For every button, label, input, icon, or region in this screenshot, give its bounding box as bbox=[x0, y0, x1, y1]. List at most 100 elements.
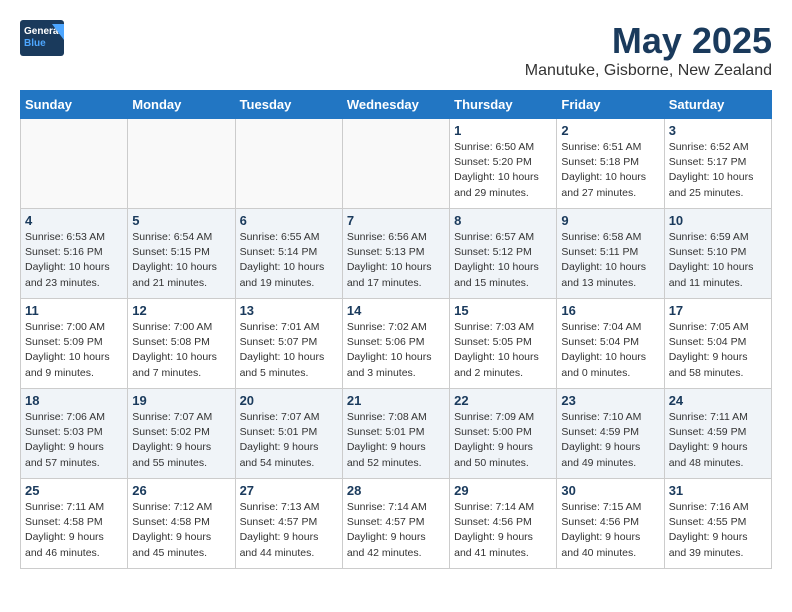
calendar-cell: 3 Sunrise: 6:52 AM Sunset: 5:17 PM Daylig… bbox=[664, 119, 771, 209]
day-info: Sunrise: 7:03 AM Sunset: 5:05 PM Dayligh… bbox=[454, 320, 552, 381]
day-number: 12 bbox=[132, 303, 230, 318]
svg-text:Blue: Blue bbox=[24, 38, 46, 49]
calendar-cell: 28 Sunrise: 7:14 AM Sunset: 4:57 PM Dayli… bbox=[342, 479, 449, 569]
day-info: Sunrise: 7:14 AM Sunset: 4:56 PM Dayligh… bbox=[454, 500, 552, 561]
week-row-3: 11Sunrise: 7:00 AM Sunset: 5:09 PM Dayli… bbox=[21, 299, 772, 389]
day-number: 30 bbox=[561, 483, 659, 498]
logo: General Blue bbox=[20, 20, 64, 56]
week-row-2: 4Sunrise: 6:53 AM Sunset: 5:16 PM Daylig… bbox=[21, 209, 772, 299]
header: General Blue May 2025 Manutuke, Gisborne… bbox=[20, 20, 772, 80]
calendar-cell: 30 Sunrise: 7:15 AM Sunset: 4:56 PM Dayli… bbox=[557, 479, 664, 569]
weekday-header-thursday: Thursday bbox=[450, 91, 557, 119]
day-info: Sunrise: 7:16 AM Sunset: 4:55 PM Dayligh… bbox=[669, 500, 767, 561]
day-number: 23 bbox=[561, 393, 659, 408]
month-title: May 2025 bbox=[525, 20, 772, 62]
day-info: Sunrise: 7:11 AM Sunset: 4:59 PM Dayligh… bbox=[669, 410, 767, 471]
day-number: 16 bbox=[561, 303, 659, 318]
weekday-header-row: SundayMondayTuesdayWednesdayThursdayFrid… bbox=[21, 91, 772, 119]
calendar-cell: 15 Sunrise: 7:03 AM Sunset: 5:05 PM Dayli… bbox=[450, 299, 557, 389]
day-number: 25 bbox=[25, 483, 123, 498]
calendar-cell: 5 Sunrise: 6:54 AM Sunset: 5:15 PM Daylig… bbox=[128, 209, 235, 299]
logo-icon: General Blue bbox=[20, 20, 64, 56]
week-row-1: 1Sunrise: 6:50 AM Sunset: 5:20 PM Daylig… bbox=[21, 119, 772, 209]
day-info: Sunrise: 6:52 AM Sunset: 5:17 PM Dayligh… bbox=[669, 140, 767, 201]
weekday-header-wednesday: Wednesday bbox=[342, 91, 449, 119]
day-info: Sunrise: 6:57 AM Sunset: 5:12 PM Dayligh… bbox=[454, 230, 552, 291]
day-number: 21 bbox=[347, 393, 445, 408]
day-number: 2 bbox=[561, 123, 659, 138]
day-number: 29 bbox=[454, 483, 552, 498]
day-info: Sunrise: 7:08 AM Sunset: 5:01 PM Dayligh… bbox=[347, 410, 445, 471]
day-number: 3 bbox=[669, 123, 767, 138]
calendar-cell: 11Sunrise: 7:00 AM Sunset: 5:09 PM Dayli… bbox=[21, 299, 128, 389]
calendar-cell: 29 Sunrise: 7:14 AM Sunset: 4:56 PM Dayli… bbox=[450, 479, 557, 569]
day-info: Sunrise: 7:00 AM Sunset: 5:08 PM Dayligh… bbox=[132, 320, 230, 381]
day-number: 13 bbox=[240, 303, 338, 318]
day-info: Sunrise: 7:05 AM Sunset: 5:04 PM Dayligh… bbox=[669, 320, 767, 381]
calendar-cell: 17 Sunrise: 7:05 AM Sunset: 5:04 PM Dayli… bbox=[664, 299, 771, 389]
calendar-cell: 24 Sunrise: 7:11 AM Sunset: 4:59 PM Dayli… bbox=[664, 389, 771, 479]
calendar-cell: 22 Sunrise: 7:09 AM Sunset: 5:00 PM Dayli… bbox=[450, 389, 557, 479]
day-number: 20 bbox=[240, 393, 338, 408]
day-info: Sunrise: 6:58 AM Sunset: 5:11 PM Dayligh… bbox=[561, 230, 659, 291]
calendar-cell: 10 Sunrise: 6:59 AM Sunset: 5:10 PM Dayli… bbox=[664, 209, 771, 299]
calendar-cell bbox=[21, 119, 128, 209]
day-number: 10 bbox=[669, 213, 767, 228]
day-info: Sunrise: 7:07 AM Sunset: 5:01 PM Dayligh… bbox=[240, 410, 338, 471]
day-number: 14 bbox=[347, 303, 445, 318]
day-number: 27 bbox=[240, 483, 338, 498]
calendar-cell bbox=[235, 119, 342, 209]
day-number: 11 bbox=[25, 303, 123, 318]
day-number: 22 bbox=[454, 393, 552, 408]
day-info: Sunrise: 6:59 AM Sunset: 5:10 PM Dayligh… bbox=[669, 230, 767, 291]
day-number: 7 bbox=[347, 213, 445, 228]
day-info: Sunrise: 7:11 AM Sunset: 4:58 PM Dayligh… bbox=[25, 500, 123, 561]
calendar-cell bbox=[342, 119, 449, 209]
calendar-cell bbox=[128, 119, 235, 209]
calendar-cell: 8Sunrise: 6:57 AM Sunset: 5:12 PM Daylig… bbox=[450, 209, 557, 299]
calendar-cell: 9Sunrise: 6:58 AM Sunset: 5:11 PM Daylig… bbox=[557, 209, 664, 299]
title-area: May 2025 Manutuke, Gisborne, New Zealand bbox=[525, 20, 772, 80]
week-row-4: 18Sunrise: 7:06 AM Sunset: 5:03 PM Dayli… bbox=[21, 389, 772, 479]
weekday-header-monday: Monday bbox=[128, 91, 235, 119]
day-number: 24 bbox=[669, 393, 767, 408]
calendar-cell: 1Sunrise: 6:50 AM Sunset: 5:20 PM Daylig… bbox=[450, 119, 557, 209]
calendar-cell: 31 Sunrise: 7:16 AM Sunset: 4:55 PM Dayli… bbox=[664, 479, 771, 569]
calendar-cell: 6 Sunrise: 6:55 AM Sunset: 5:14 PM Daylig… bbox=[235, 209, 342, 299]
calendar-cell: 7Sunrise: 6:56 AM Sunset: 5:13 PM Daylig… bbox=[342, 209, 449, 299]
weekday-header-sunday: Sunday bbox=[21, 91, 128, 119]
day-info: Sunrise: 6:50 AM Sunset: 5:20 PM Dayligh… bbox=[454, 140, 552, 201]
day-info: Sunrise: 6:55 AM Sunset: 5:14 PM Dayligh… bbox=[240, 230, 338, 291]
day-info: Sunrise: 7:06 AM Sunset: 5:03 PM Dayligh… bbox=[25, 410, 123, 471]
calendar-cell: 23Sunrise: 7:10 AM Sunset: 4:59 PM Dayli… bbox=[557, 389, 664, 479]
day-number: 5 bbox=[132, 213, 230, 228]
calendar-cell: 2 Sunrise: 6:51 AM Sunset: 5:18 PM Daylig… bbox=[557, 119, 664, 209]
day-number: 19 bbox=[132, 393, 230, 408]
day-info: Sunrise: 7:01 AM Sunset: 5:07 PM Dayligh… bbox=[240, 320, 338, 381]
calendar-cell: 16 Sunrise: 7:04 AM Sunset: 5:04 PM Dayli… bbox=[557, 299, 664, 389]
weekday-header-tuesday: Tuesday bbox=[235, 91, 342, 119]
day-number: 6 bbox=[240, 213, 338, 228]
calendar-cell: 20 Sunrise: 7:07 AM Sunset: 5:01 PM Dayli… bbox=[235, 389, 342, 479]
day-number: 15 bbox=[454, 303, 552, 318]
day-number: 17 bbox=[669, 303, 767, 318]
day-number: 31 bbox=[669, 483, 767, 498]
day-number: 4 bbox=[25, 213, 123, 228]
calendar-cell: 19 Sunrise: 7:07 AM Sunset: 5:02 PM Dayli… bbox=[128, 389, 235, 479]
day-info: Sunrise: 7:14 AM Sunset: 4:57 PM Dayligh… bbox=[347, 500, 445, 561]
location-title: Manutuke, Gisborne, New Zealand bbox=[525, 62, 772, 80]
day-info: Sunrise: 6:51 AM Sunset: 5:18 PM Dayligh… bbox=[561, 140, 659, 201]
day-info: Sunrise: 6:54 AM Sunset: 5:15 PM Dayligh… bbox=[132, 230, 230, 291]
day-info: Sunrise: 7:09 AM Sunset: 5:00 PM Dayligh… bbox=[454, 410, 552, 471]
calendar-cell: 14 Sunrise: 7:02 AM Sunset: 5:06 PM Dayli… bbox=[342, 299, 449, 389]
calendar-table: SundayMondayTuesdayWednesdayThursdayFrid… bbox=[20, 90, 772, 569]
day-info: Sunrise: 7:04 AM Sunset: 5:04 PM Dayligh… bbox=[561, 320, 659, 381]
day-info: Sunrise: 7:15 AM Sunset: 4:56 PM Dayligh… bbox=[561, 500, 659, 561]
day-info: Sunrise: 7:13 AM Sunset: 4:57 PM Dayligh… bbox=[240, 500, 338, 561]
day-info: Sunrise: 7:07 AM Sunset: 5:02 PM Dayligh… bbox=[132, 410, 230, 471]
calendar-cell: 25 Sunrise: 7:11 AM Sunset: 4:58 PM Dayli… bbox=[21, 479, 128, 569]
calendar-cell: 26Sunrise: 7:12 AM Sunset: 4:58 PM Dayli… bbox=[128, 479, 235, 569]
calendar-cell: 27 Sunrise: 7:13 AM Sunset: 4:57 PM Dayli… bbox=[235, 479, 342, 569]
day-number: 28 bbox=[347, 483, 445, 498]
day-info: Sunrise: 7:02 AM Sunset: 5:06 PM Dayligh… bbox=[347, 320, 445, 381]
